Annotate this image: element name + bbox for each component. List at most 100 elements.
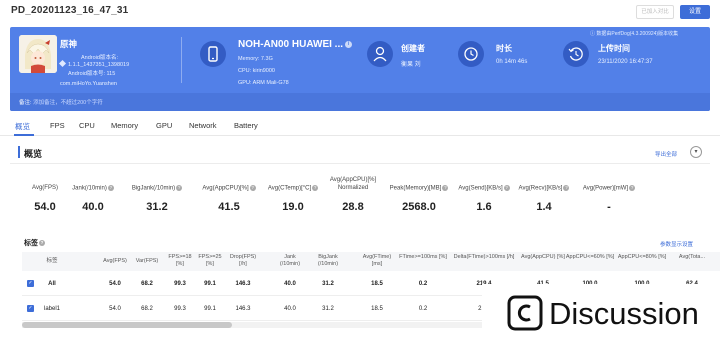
column-header: FPS>=18 [%] — [168, 254, 192, 267]
discussion-logo-icon — [507, 295, 543, 331]
table-cell: 99.3 — [174, 281, 186, 287]
stat-value: 2568.0 — [402, 201, 436, 213]
tab-fps[interactable]: FPS — [50, 121, 65, 130]
android-version-code: Android版本号: 115 — [68, 71, 116, 77]
row-checkbox[interactable]: ✓ — [27, 280, 34, 287]
upload-time-label: 上传时间 — [598, 44, 630, 53]
table-cell: 18.5 — [371, 306, 383, 312]
tab-gpu[interactable]: GPU — [156, 121, 172, 130]
creator-value: 衡果 刘 — [401, 62, 421, 68]
column-header: AppCPU<=60% [%] — [565, 254, 615, 260]
help-icon[interactable]: ? — [249, 185, 256, 191]
tab-battery[interactable]: Battery — [234, 121, 258, 130]
stat-label: Avg(Send)[KB/s]? — [458, 185, 510, 192]
stat-value: 40.0 — [82, 201, 104, 213]
help-icon[interactable]: ? — [107, 185, 114, 191]
stat-label: Avg(FPS) — [32, 185, 58, 191]
stat-value: 41.5 — [218, 201, 240, 213]
page-title: PD_20201123_16_47_31 — [11, 5, 129, 16]
help-icon[interactable]: ? — [39, 240, 45, 247]
stat-value: - — [607, 201, 611, 213]
active-tab-indicator — [14, 134, 34, 136]
app-name: 原神 — [60, 39, 78, 49]
collapse-button[interactable]: ▾ — [690, 146, 702, 158]
table-cell: 99.1 — [204, 306, 216, 312]
device-memory: Memory: 7.3G — [238, 56, 273, 62]
column-header: 标签 — [46, 258, 58, 264]
settings-button[interactable]: 设置 — [680, 5, 710, 19]
device-name: NOH-AN00 HUAWEI ... — [238, 39, 344, 50]
column-header: FPS>=25 [%] — [198, 254, 222, 267]
scrollbar-thumb[interactable] — [22, 322, 232, 328]
tab-cpu[interactable]: CPU — [79, 121, 95, 130]
export-all-link[interactable]: 导出全部 — [655, 150, 677, 158]
stat-label: Avg(AppCPU)[%]? — [202, 185, 256, 192]
help-icon[interactable]: ? — [563, 185, 570, 191]
top-bar: PD_20201123_16_47_31 已加入对比 设置 — [0, 0, 720, 24]
table-cell: 31.2 — [322, 281, 334, 287]
column-header: AppCPU<=80% [%] — [617, 254, 667, 260]
tab-overview[interactable]: 概览 — [15, 121, 30, 132]
help-icon[interactable]: ? — [503, 185, 510, 191]
android-icon — [58, 59, 67, 68]
banner-divider — [181, 37, 182, 83]
table-cell: 68.2 — [141, 281, 153, 287]
stat-label: Peak(Memory)[MB]? — [389, 185, 449, 192]
session-summary-banner: 原神 Android版本名: 1.1.1_1437351_1398019 And… — [10, 27, 710, 111]
discussion-watermark: Discussion — [482, 284, 720, 343]
note-placeholder: 添加备注，不超过200个字符 — [33, 100, 103, 106]
app-avatar — [19, 35, 57, 73]
table-cell: 146.3 — [235, 306, 251, 312]
stat-value: 54.0 — [34, 201, 56, 213]
column-header: Var(FPS) — [135, 258, 159, 264]
phone-icon — [200, 41, 226, 67]
column-header: Avg(Tota... — [678, 254, 706, 260]
duration-label: 时长 — [496, 44, 512, 53]
column-settings-link[interactable]: 参数显示设置 — [660, 240, 693, 248]
column-header: Avg(AppCPU) [%] — [521, 254, 565, 260]
clock-icon — [458, 41, 484, 67]
row-checkbox[interactable]: ✓ — [27, 305, 34, 312]
row-label: All — [48, 281, 56, 287]
stat-label: Avg(Power)[mW]? — [582, 185, 636, 192]
help-icon[interactable]: ? — [312, 185, 319, 191]
note-bar — [10, 93, 710, 111]
table-cell: 18.5 — [371, 281, 383, 287]
info-icon[interactable]: i — [345, 41, 352, 48]
stat-value: 28.8 — [342, 201, 364, 213]
tab-network[interactable]: Network — [189, 121, 217, 130]
tab-memory[interactable]: Memory — [111, 121, 138, 130]
table-cell: 0.2 — [418, 281, 428, 287]
stat-value: 1.6 — [476, 201, 492, 213]
stat-label: Avg(CTemp)[°C]? — [267, 185, 319, 192]
help-icon[interactable]: ? — [442, 185, 449, 191]
stat-label: BigJank(/10min)? — [131, 185, 183, 192]
tags-title: 标签? — [24, 240, 45, 247]
section-marker — [18, 146, 20, 158]
stat-label: Jank(/10min)? — [72, 185, 114, 192]
column-header: BigJank (/10min) — [317, 254, 339, 267]
table-cell: 99.3 — [174, 306, 186, 312]
overview-title: 概览 — [24, 149, 43, 159]
help-icon[interactable]: ? — [629, 185, 636, 191]
table-cell: 68.2 — [141, 306, 153, 312]
compare-button[interactable]: 已加入对比 — [636, 5, 674, 19]
table-cell: 40.0 — [284, 281, 296, 287]
history-icon — [563, 41, 589, 67]
user-icon — [367, 41, 393, 67]
android-version-label: Android版本名: — [81, 55, 118, 61]
table-header: 标签 Avg(FPS) Var(FPS) FPS>=18 [%] FPS>=25… — [22, 252, 720, 271]
column-header: FTime>=100ms [%] — [399, 254, 447, 260]
note-field[interactable]: 备注: 添加备注，不超过200个字符 — [19, 98, 103, 106]
table-cell: 99.1 — [204, 281, 216, 287]
chevron-down-icon: ▾ — [694, 149, 698, 155]
column-header: Delta(FTime)>100ms [/h] — [453, 254, 515, 260]
version-name: 1.1.1_1437351_1398019 — [58, 59, 129, 68]
duration-value: 0h 14m 46s — [496, 59, 528, 65]
help-icon[interactable]: ? — [176, 185, 183, 191]
table-cell: 146.3 — [235, 281, 251, 287]
device-gpu: GPU: ARM Mali-G78 — [238, 80, 289, 86]
watermark-text: Discussion — [549, 296, 699, 331]
tab-bar: 概览 FPS CPU Memory GPU Network Battery — [0, 116, 720, 136]
table-cell: 31.2 — [322, 306, 334, 312]
